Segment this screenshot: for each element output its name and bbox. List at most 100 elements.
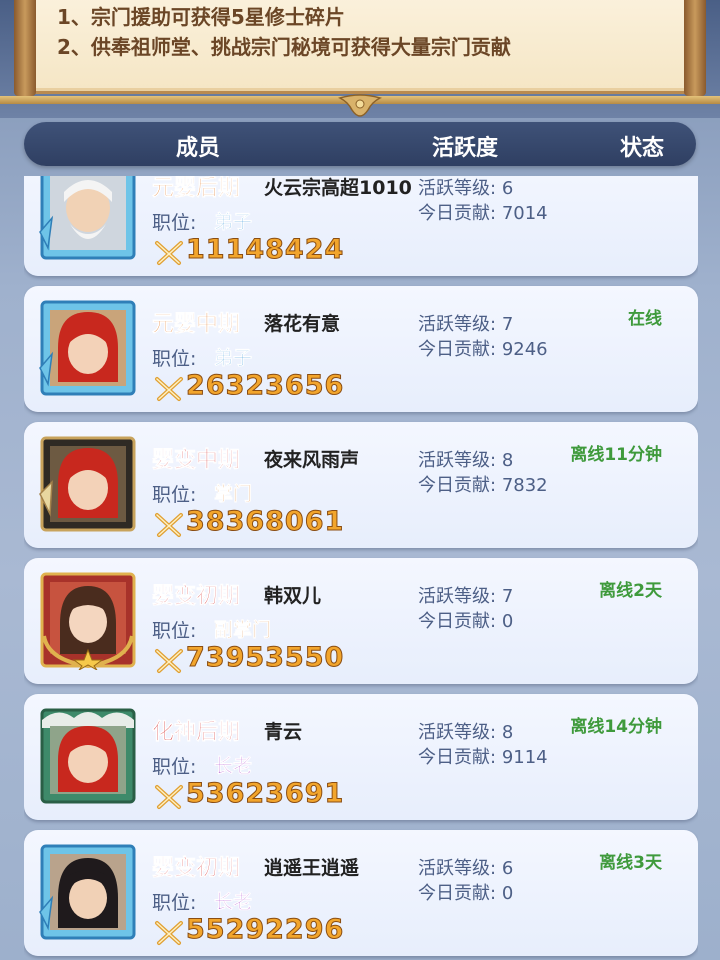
player-name: 落花有意 (264, 313, 341, 335)
combat-power: 55292296 (185, 914, 345, 946)
combat-power: 26323656 (185, 370, 345, 402)
today-contribution: 今日贡献: 7014 (418, 199, 548, 225)
contribution-label: 今日贡献: (418, 339, 497, 360)
activity-level: 活跃等级: 8 (418, 718, 513, 744)
realm-label: 婴变初期 (152, 584, 241, 610)
player-name: 火云宗高超1010 (264, 177, 412, 199)
status-badge: 离线3天 (599, 853, 662, 873)
combat-power: 38368061 (185, 506, 345, 538)
avatar-elder-icon (39, 176, 136, 260)
avatar[interactable] (38, 570, 138, 670)
position-value: 副掌门 (214, 619, 272, 642)
today-contribution: 今日贡献: 0 (418, 879, 513, 905)
activity-level-label: 活跃等级: (418, 858, 497, 879)
member-card[interactable]: 婴变初期 韩双儿 职位: 副掌门 73953550 活跃等级: 7 今日贡献: … (24, 558, 698, 684)
activity-level-label: 活跃等级: (418, 178, 497, 199)
notice-line-1: 1、宗门援助可获得5星修士碎片 (57, 5, 345, 29)
scroll-rod-right (684, 0, 706, 96)
header-activity: 活跃度 (432, 136, 499, 161)
member-card[interactable]: 元婴中期 落花有意 职位: 弟子 26323656 活跃等级: 7 今日贡献: … (24, 286, 698, 412)
swords-icon (155, 649, 183, 673)
activity-level: 活跃等级: 7 (418, 582, 513, 608)
activity-level-value: 6 (501, 178, 514, 199)
realm-label: 婴变中期 (152, 448, 241, 474)
contribution-label: 今日贡献: (418, 747, 497, 768)
activity-level-value: 7 (501, 314, 514, 335)
ornament-icon (338, 94, 382, 117)
realm-label: 婴变初期 (152, 856, 241, 882)
activity-level-value: 6 (501, 858, 514, 879)
contribution-value: 0 (501, 611, 514, 632)
avatar-laurel-frame-icon (40, 572, 136, 670)
avatar-sect-leader-icon (39, 436, 136, 532)
notice-banner: 1、宗门援助可获得5星修士碎片 2、供奉祖师堂、挑战宗门秘境可获得大量宗门贡献 (0, 0, 720, 118)
today-contribution: 今日贡献: 0 (418, 607, 513, 633)
member-card[interactable]: 化神后期 青云 职位: 长老 53623691 活跃等级: 8 今日贡献: 91… (24, 694, 698, 820)
contribution-value: 9114 (501, 747, 548, 768)
swords-icon (155, 513, 183, 537)
scroll-rod-left (14, 0, 36, 96)
activity-level-value: 8 (501, 450, 514, 471)
contribution-value: 7832 (501, 475, 548, 496)
activity-level-label: 活跃等级: (418, 586, 497, 607)
today-contribution: 今日贡献: 7832 (418, 471, 548, 497)
member-card[interactable]: 元婴后期 火云宗高超1010 职位: 弟子 11148424 活跃等级: 6 今… (24, 176, 698, 276)
position-label: 职位: (152, 348, 197, 370)
activity-level: 活跃等级: 6 (418, 176, 513, 200)
activity-level-value: 8 (501, 722, 514, 743)
contribution-label: 今日贡献: (418, 475, 497, 496)
player-name: 夜来风雨声 (264, 449, 360, 471)
activity-level-label: 活跃等级: (418, 450, 497, 471)
avatar-red-hair-icon (39, 300, 136, 396)
player-name: 青云 (264, 721, 303, 743)
status-badge: 离线14分钟 (570, 717, 662, 737)
contribution-label: 今日贡献: (418, 203, 497, 224)
position-value: 掌门 (214, 483, 253, 506)
header-member: 成员 (176, 136, 221, 161)
position-label: 职位: (152, 892, 197, 914)
avatar[interactable] (38, 434, 138, 534)
realm-label: 元婴中期 (152, 312, 241, 338)
list-header: 成员 活跃度 状态 (24, 122, 696, 166)
avatar[interactable] (38, 176, 138, 262)
status-badge: 在线 (628, 309, 662, 329)
avatar-jade-frame-icon (40, 708, 136, 804)
contribution-value: 0 (501, 883, 514, 904)
combat-power: 73953550 (185, 642, 345, 674)
player-name: 逍遥王逍遥 (264, 857, 360, 879)
swords-icon (155, 921, 183, 945)
swords-icon (155, 241, 183, 265)
notice-scroll: 1、宗门援助可获得5星修士碎片 2、供奉祖师堂、挑战宗门秘境可获得大量宗门贡献 (30, 0, 696, 94)
position-label: 职位: (152, 484, 197, 506)
contribution-value: 9246 (501, 339, 548, 360)
contribution-value: 7014 (501, 203, 548, 224)
member-card[interactable]: 婴变初期 逍遥王逍遥 职位: 长老 55292296 活跃等级: 6 今日贡献:… (24, 830, 698, 956)
activity-level-value: 7 (501, 586, 514, 607)
activity-level-label: 活跃等级: (418, 314, 497, 335)
header-status: 状态 (620, 136, 665, 161)
position-value: 长老 (214, 755, 253, 778)
position-label: 职位: (152, 620, 197, 642)
contribution-label: 今日贡献: (418, 611, 497, 632)
activity-level: 活跃等级: 8 (418, 446, 513, 472)
today-contribution: 今日贡献: 9246 (418, 335, 548, 361)
member-card[interactable]: 婴变中期 夜来风雨声 职位: 掌门 38368061 活跃等级: 8 今日贡献:… (24, 422, 698, 548)
position-value: 弟子 (214, 347, 253, 370)
avatar[interactable] (38, 842, 138, 942)
avatar[interactable] (38, 706, 138, 806)
swords-icon (155, 377, 183, 401)
activity-level: 活跃等级: 7 (418, 310, 513, 336)
activity-level-label: 活跃等级: (418, 722, 497, 743)
activity-level: 活跃等级: 6 (418, 854, 513, 880)
contribution-label: 今日贡献: (418, 883, 497, 904)
position-label: 职位: (152, 756, 197, 778)
realm-label: 化神后期 (152, 720, 241, 746)
avatar-dark-hair-icon (39, 844, 136, 940)
position-value: 弟子 (214, 211, 253, 234)
status-badge: 离线2天 (599, 581, 662, 601)
member-list[interactable]: 元婴后期 火云宗高超1010 职位: 弟子 11148424 活跃等级: 6 今… (24, 176, 698, 960)
notice-line-2: 2、供奉祖师堂、挑战宗门秘境可获得大量宗门贡献 (57, 35, 511, 59)
avatar[interactable] (38, 298, 138, 398)
combat-power: 53623691 (185, 778, 345, 810)
position-label: 职位: (152, 212, 197, 234)
